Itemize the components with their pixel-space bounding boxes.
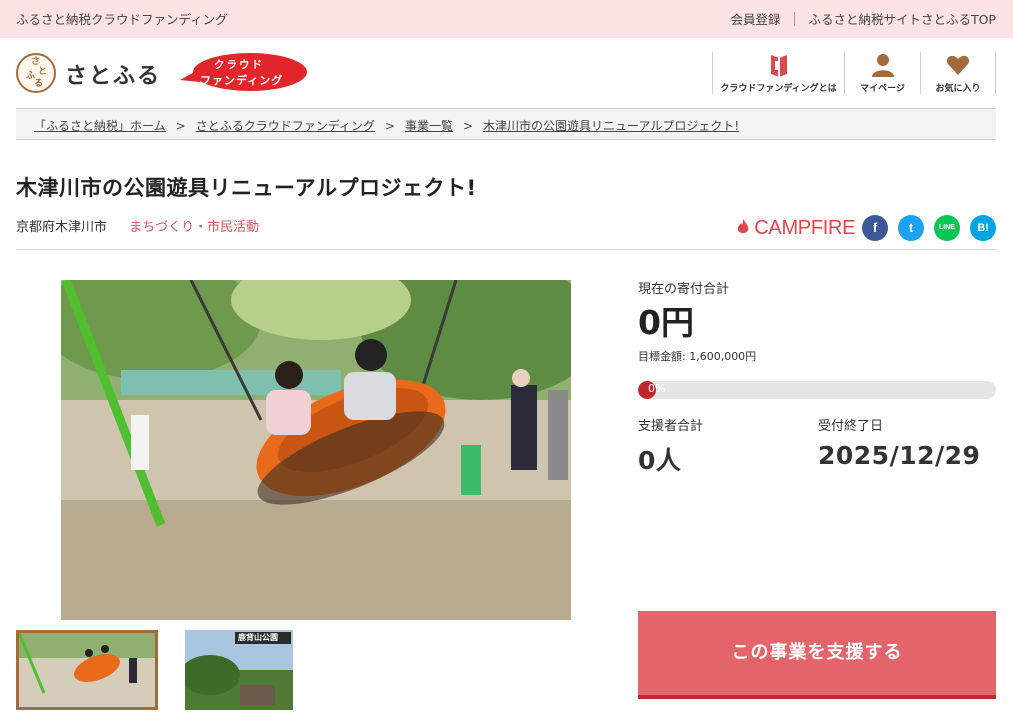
top-links: 会員登録 ふるさと納税サイトさとふるTOP: [730, 9, 996, 28]
hatena-bookmark-icon[interactable]: B!: [970, 215, 996, 241]
breadcrumb-item-current[interactable]: 木津川市の公園遊具リニューアルプロジェクト!: [483, 119, 739, 133]
support-project-button[interactable]: この事業を支援する: [638, 611, 996, 699]
campfire-logo[interactable]: CAMPFIRE: [737, 217, 856, 240]
nav-label: お気に入り: [935, 84, 981, 94]
progress-bar: 0%: [638, 381, 996, 399]
nav-favorites[interactable]: お気に入り: [920, 52, 996, 94]
breadcrumb-item-projects[interactable]: 事業一覧: [405, 119, 453, 133]
divider: [16, 249, 996, 250]
thumbnail-caption: 鹿背山公園: [238, 633, 278, 642]
logo-mark-char: さ: [31, 57, 41, 67]
nav-label: マイページ: [860, 84, 905, 94]
breadcrumb-separator: >: [384, 119, 395, 133]
facebook-share-icon[interactable]: f: [862, 215, 888, 241]
logo-mark-char: と: [38, 67, 48, 77]
twitter-share-icon[interactable]: t: [898, 215, 924, 241]
line-share-icon[interactable]: LINE: [934, 215, 960, 241]
breadcrumb-item-crowdfunding[interactable]: さとふるクラウドファンディング: [196, 119, 375, 133]
thumbnail-1[interactable]: [16, 630, 158, 710]
campfire-flame-icon: [737, 217, 754, 239]
link-divider: [794, 11, 796, 26]
nav-mypage[interactable]: マイページ: [844, 52, 920, 94]
site-header: さ と ふ る さとふる クラウド ファンディング クラウドファンディングとは …: [0, 38, 1013, 108]
site-tagline: ふるさと納税クラウドファンディング: [16, 12, 228, 27]
header-nav: クラウドファンディングとは マイページ お気に入り: [712, 52, 996, 94]
goal-amount: 目標金額: 1,600,000円: [638, 350, 757, 363]
logo-mark[interactable]: さ と ふ る: [16, 53, 56, 93]
nav-about-crowdfunding[interactable]: クラウドファンディングとは: [712, 52, 844, 94]
crowdfunding-badge[interactable]: クラウド ファンディング: [178, 52, 308, 92]
page-title: 木津川市の公園遊具リニューアルプロジェクト!: [16, 176, 477, 200]
top-strip: ふるさと納税クラウドファンディング 会員登録 ふるさと納税サイトさとふるTOP: [0, 0, 1013, 38]
total-donation-label: 現在の寄付合計: [638, 282, 730, 297]
book-icon: [713, 52, 844, 78]
supporters-count: 0人: [638, 446, 682, 475]
thumbnail-2[interactable]: 鹿背山公園: [185, 630, 293, 710]
campfire-text: CAMPFIRE: [754, 217, 856, 239]
deadline-date: 2025/12/29: [818, 441, 981, 470]
logo-text[interactable]: さとふる: [65, 58, 161, 90]
breadcrumb-separator: >: [462, 119, 474, 133]
total-donation-amount: 0円: [638, 303, 694, 342]
breadcrumb: 「ふるさと納税」ホーム > さとふるクラウドファンディング > 事業一覧 > 木津川市の公園…: [16, 108, 996, 140]
breadcrumb-separator: >: [175, 119, 186, 133]
project-meta: 京都府木津川市 まちづくり・市民活動: [16, 216, 259, 235]
supporters-label: 支援者合計: [638, 419, 704, 434]
badge-line-2: ファンディング: [200, 74, 284, 87]
breadcrumb-item-home[interactable]: 「ふるさと納税」ホーム: [34, 119, 166, 133]
logo-mark-char: る: [34, 79, 44, 89]
user-icon: [845, 52, 920, 78]
progress-percent: 0%: [648, 382, 666, 395]
project-main-image: [61, 280, 571, 620]
project-category-link[interactable]: まちづくり・市民活動: [129, 220, 259, 235]
badge-line-1: クラウド: [214, 59, 264, 71]
satofull-top-link[interactable]: ふるさと納税サイトさとふるTOP: [808, 9, 996, 28]
member-register-link[interactable]: 会員登録: [730, 9, 780, 28]
heart-icon: [921, 52, 995, 78]
nav-label: クラウドファンディングとは: [720, 84, 837, 94]
deadline-label: 受付終了日: [818, 419, 884, 434]
project-location: 京都府木津川市: [16, 220, 108, 235]
